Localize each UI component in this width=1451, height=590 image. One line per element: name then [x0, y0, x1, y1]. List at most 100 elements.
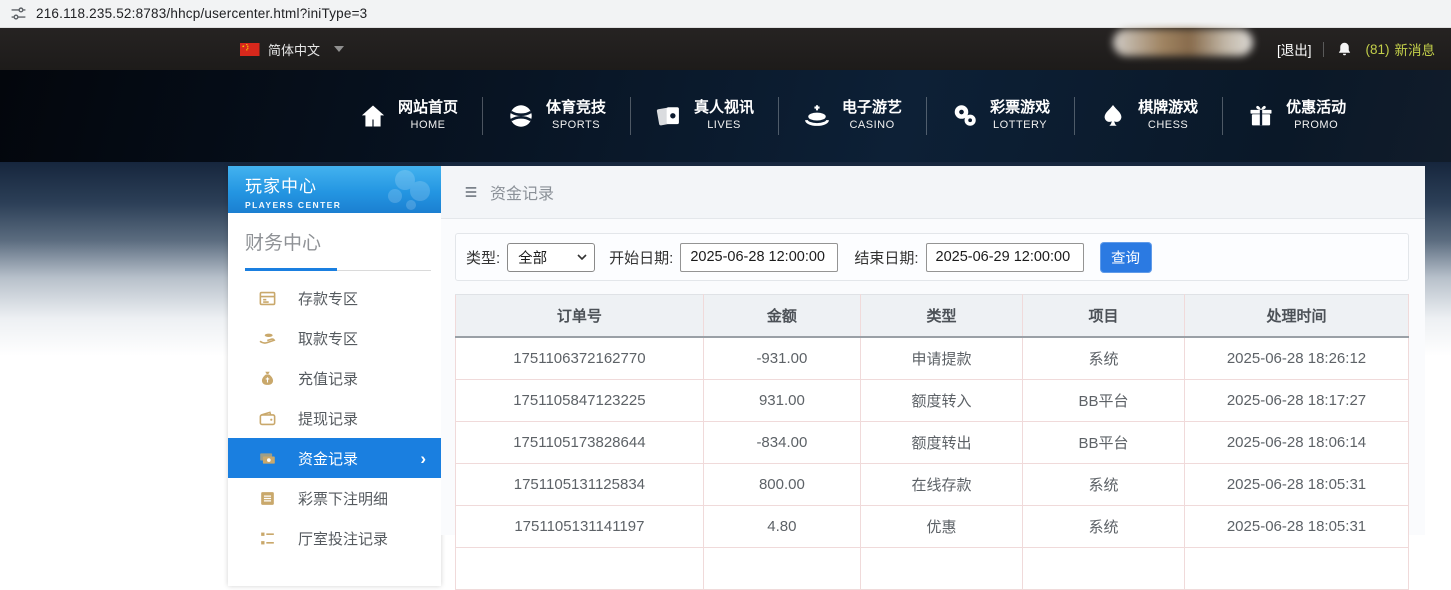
table-cell: BB平台	[1022, 379, 1185, 422]
table-body: 1751106372162770 -931.00 申请提款 系统 2025-06-28 …	[455, 336, 1409, 590]
nav-item-lives[interactable]: 真人视讯 LIVES	[631, 99, 778, 132]
sidebar-item-label: 彩票下注明细	[298, 490, 389, 508]
type-select-value: 全部	[518, 250, 548, 267]
table-row: 1751106372162770 -931.00 申请提款 系统 2025-06-28 …	[455, 336, 1409, 380]
language-selector[interactable]: 简体中文	[240, 28, 345, 70]
banknotes-icon	[258, 449, 277, 468]
column-header: 项目	[1022, 294, 1185, 338]
end-date-input[interactable]	[925, 242, 1084, 272]
column-header: 处理时间	[1184, 294, 1409, 338]
message-count: (81)	[1365, 41, 1390, 57]
logout-button[interactable]: [退出]	[1277, 39, 1312, 59]
table-cell	[702, 547, 862, 590]
nav-label-zh: 棋牌游戏	[1138, 99, 1199, 117]
list-icon	[258, 529, 277, 548]
china-flag-icon	[240, 42, 260, 56]
nav-item-home[interactable]: 网站首页 HOME	[335, 99, 482, 132]
table-cell: 2025-06-28 18:05:31	[1184, 463, 1409, 506]
search-button[interactable]: 查询	[1099, 241, 1152, 273]
nav-item-chess[interactable]: 棋牌游戏 CHESS	[1075, 99, 1222, 132]
sidebar-item-banknotes[interactable]: 资金记录 ›	[228, 438, 441, 478]
breadcrumb: 资金记录	[441, 166, 1425, 219]
nav-item-text: 真人视讯 LIVES	[694, 99, 754, 132]
message-label: 新消息	[1394, 43, 1436, 58]
url-text[interactable]: 216.118.235.52:8783/hhcp/usercenter.html…	[36, 6, 367, 21]
sidebar-item-label: 厅室投注记录	[298, 530, 389, 548]
nav-label-en: CHESS	[1147, 119, 1189, 132]
menu-hamburger-icon[interactable]	[463, 185, 479, 199]
site-settings-icon[interactable]	[10, 5, 27, 22]
document-icon	[258, 489, 277, 508]
caret-down-icon	[334, 46, 345, 52]
sidebar-item-document[interactable]: 彩票下注明细	[228, 478, 441, 518]
nav-item-text: 棋牌游戏 CHESS	[1138, 99, 1198, 132]
money-bag-icon	[258, 369, 277, 388]
browser-url-bar: 216.118.235.52:8783/hhcp/usercenter.html…	[0, 0, 1451, 28]
table-cell: 2025-06-28 18:26:12	[1184, 336, 1409, 380]
sidebar-item-deposit-card[interactable]: 存款专区	[228, 278, 441, 318]
table-cell: 2025-06-28 18:17:27	[1184, 379, 1409, 422]
home-icon	[359, 102, 387, 130]
sidebar-item-label: 取款专区	[298, 330, 359, 348]
table-cell: BB平台	[1022, 421, 1185, 464]
nav-label-zh: 彩票游戏	[990, 99, 1051, 117]
type-label: 类型:	[466, 249, 501, 267]
nav-label-en: PROMO	[1294, 119, 1339, 132]
nav-label-en: CASINO	[849, 119, 895, 132]
sidebar-item-label: 提现记录	[298, 410, 359, 428]
table-cell: 2025-06-28 18:05:31	[1184, 505, 1409, 548]
gamepad-icon	[388, 170, 430, 210]
nav-label-en: LIVES	[707, 119, 741, 132]
table-cell: 4.80	[702, 505, 862, 548]
page-background: 玩家中心 PLAYERS CENTER 财务中心 存款专区 取款专区 充值记录 提现记…	[0, 162, 1451, 590]
username-redacted-blur[interactable]	[1113, 29, 1253, 56]
sidebar-item-money-bag[interactable]: 充值记录	[228, 358, 441, 398]
table-row: 1751105173828644 -834.00 额度转出 BB平台 2025-06-2…	[455, 421, 1409, 464]
sports-ball-icon	[507, 102, 535, 130]
nav-item-promo[interactable]: 优惠活动 PROMO	[1223, 99, 1370, 132]
select-caret-icon	[577, 254, 587, 260]
table-cell	[1184, 547, 1409, 590]
start-date-label: 开始日期:	[609, 249, 674, 267]
nav-item-lottery[interactable]: 彩票游戏 LOTTERY	[927, 99, 1074, 132]
main-banner: 网站首页 HOME 体育竞技 SPORTS 真人视讯 LIVES 电子游艺 CASINO 彩票游…	[0, 70, 1451, 162]
page-title: 资金记录	[490, 186, 555, 203]
chevron-right-icon: ›	[420, 448, 426, 468]
gift-icon	[1247, 102, 1275, 130]
filter-bar: 类型: 全部 开始日期: 结束日期: 查询	[455, 233, 1409, 281]
nav-label-zh: 优惠活动	[1286, 99, 1347, 117]
sidebar-item-list[interactable]: 厅室投注记录	[228, 518, 441, 558]
roulette-icon	[803, 102, 831, 130]
sidebar-item-wallet[interactable]: 提现记录	[228, 398, 441, 438]
table-cell: -834.00	[702, 421, 862, 464]
nav-item-casino[interactable]: 电子游艺 CASINO	[779, 99, 926, 132]
sidebar-item-withdraw-hand[interactable]: 取款专区	[228, 318, 441, 358]
nav-item-text: 电子游艺 CASINO	[842, 99, 902, 132]
lottery-balls-icon	[951, 102, 979, 130]
topbar-divider	[1323, 41, 1325, 57]
table-cell	[455, 547, 704, 590]
table-row: 1751105847123225 931.00 额度转入 BB平台 2025-06-28…	[455, 379, 1409, 422]
type-select[interactable]: 全部	[507, 242, 596, 272]
deposit-card-icon	[258, 289, 277, 308]
nav-label-zh: 电子游艺	[842, 99, 903, 117]
table-cell: 在线存款	[860, 463, 1023, 506]
table-row: 1751105131141197 4.80 优惠 系统 2025-06-28 18:05…	[455, 505, 1409, 548]
new-messages[interactable]: (81) 新消息	[1365, 39, 1435, 59]
table-cell: 2025-06-28 18:06:14	[1184, 421, 1409, 464]
table-cell: 800.00	[702, 463, 862, 506]
notification-bell-icon[interactable]	[1336, 41, 1353, 58]
start-date-input[interactable]	[680, 242, 839, 272]
table-cell: 系统	[1022, 463, 1185, 506]
column-header: 订单号	[455, 294, 704, 338]
wallet-icon	[258, 409, 277, 428]
top-bar: 简体中文 [退出] (81) 新消息	[0, 28, 1451, 70]
nav-item-sports[interactable]: 体育竞技 SPORTS	[483, 99, 630, 132]
nav-label-zh: 真人视讯	[694, 99, 755, 117]
sidebar-item-label: 资金记录	[298, 450, 359, 468]
nav-item-text: 体育竞技 SPORTS	[546, 99, 606, 132]
table-cell: 931.00	[702, 379, 862, 422]
nav-label-en: HOME	[410, 119, 446, 132]
table-cell: 1751105173828644	[455, 421, 704, 464]
table-cell: 系统	[1022, 505, 1185, 548]
